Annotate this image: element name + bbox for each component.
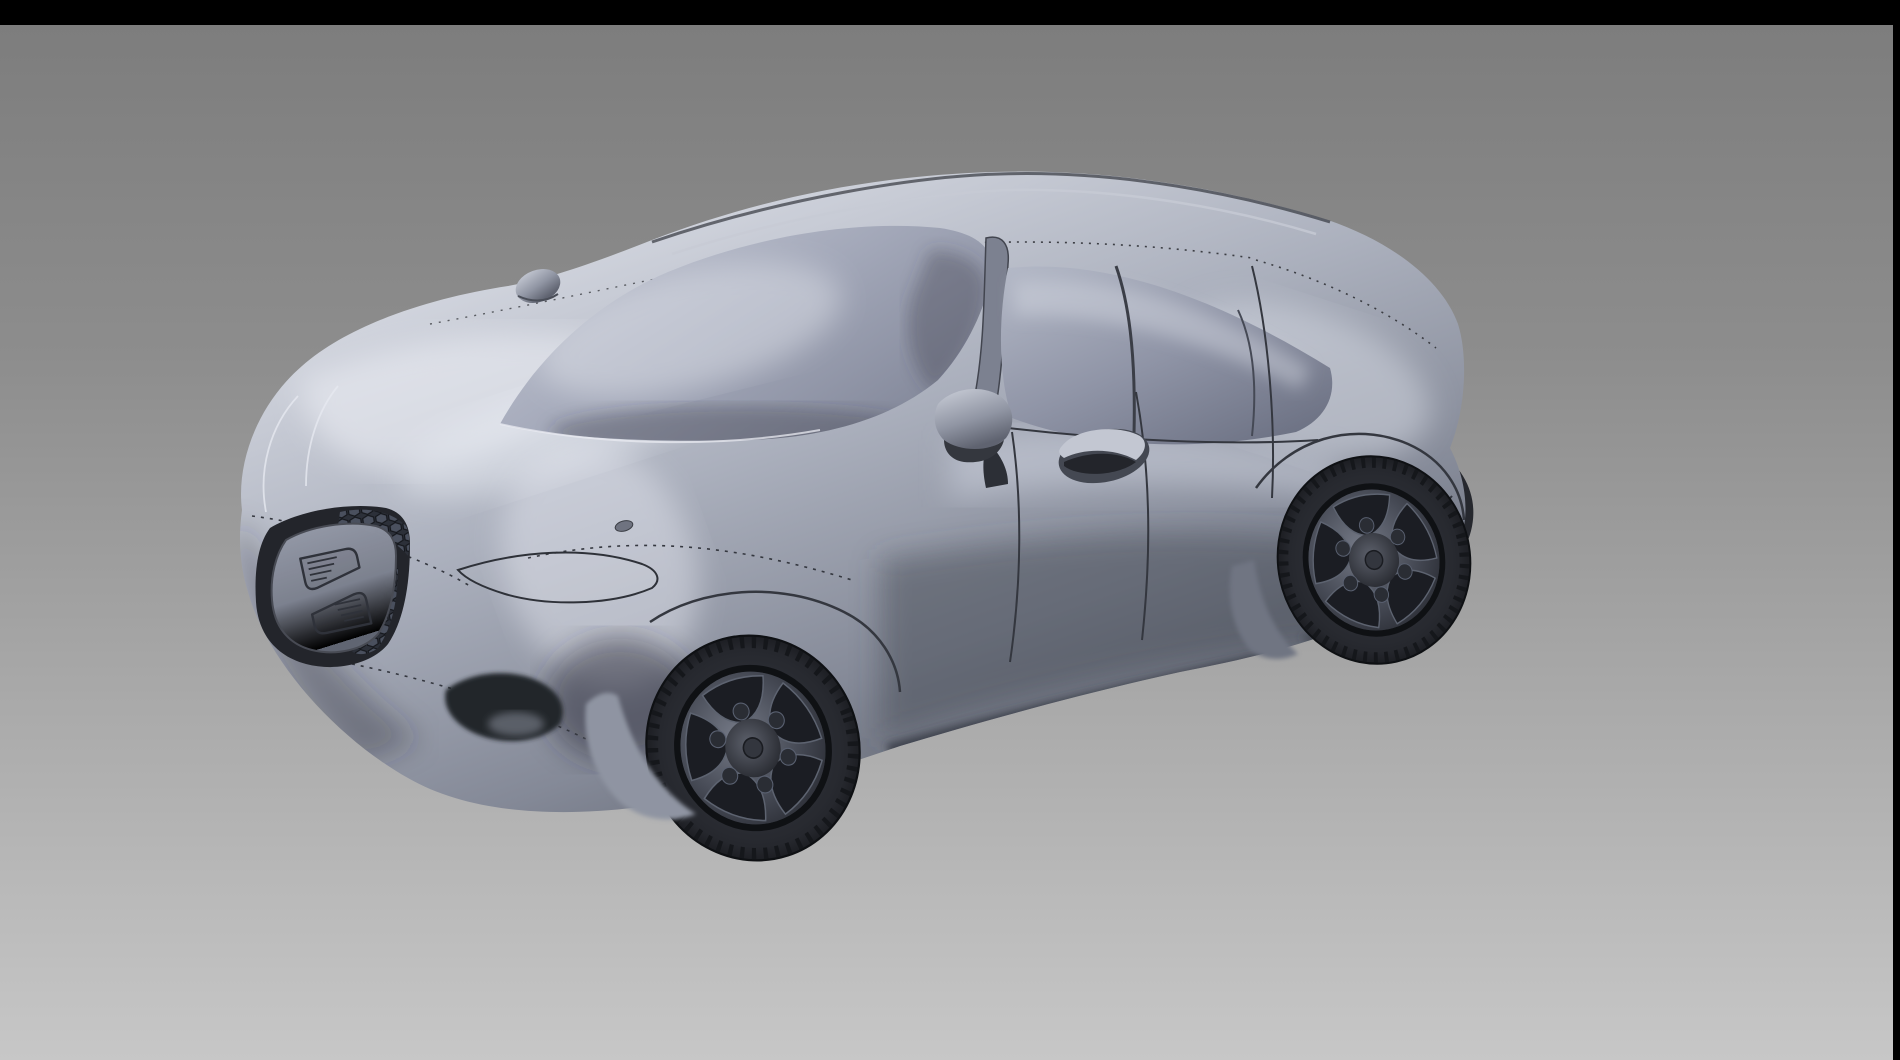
front-grille[interactable] <box>256 506 410 667</box>
car-model[interactable] <box>234 172 1490 889</box>
letterbox-top-bar <box>0 0 1900 25</box>
rendered-scene <box>0 0 1900 1060</box>
letterbox-right-bar <box>1893 0 1900 1060</box>
grille-panel <box>272 524 396 653</box>
cad-application-window <box>0 0 1900 1060</box>
